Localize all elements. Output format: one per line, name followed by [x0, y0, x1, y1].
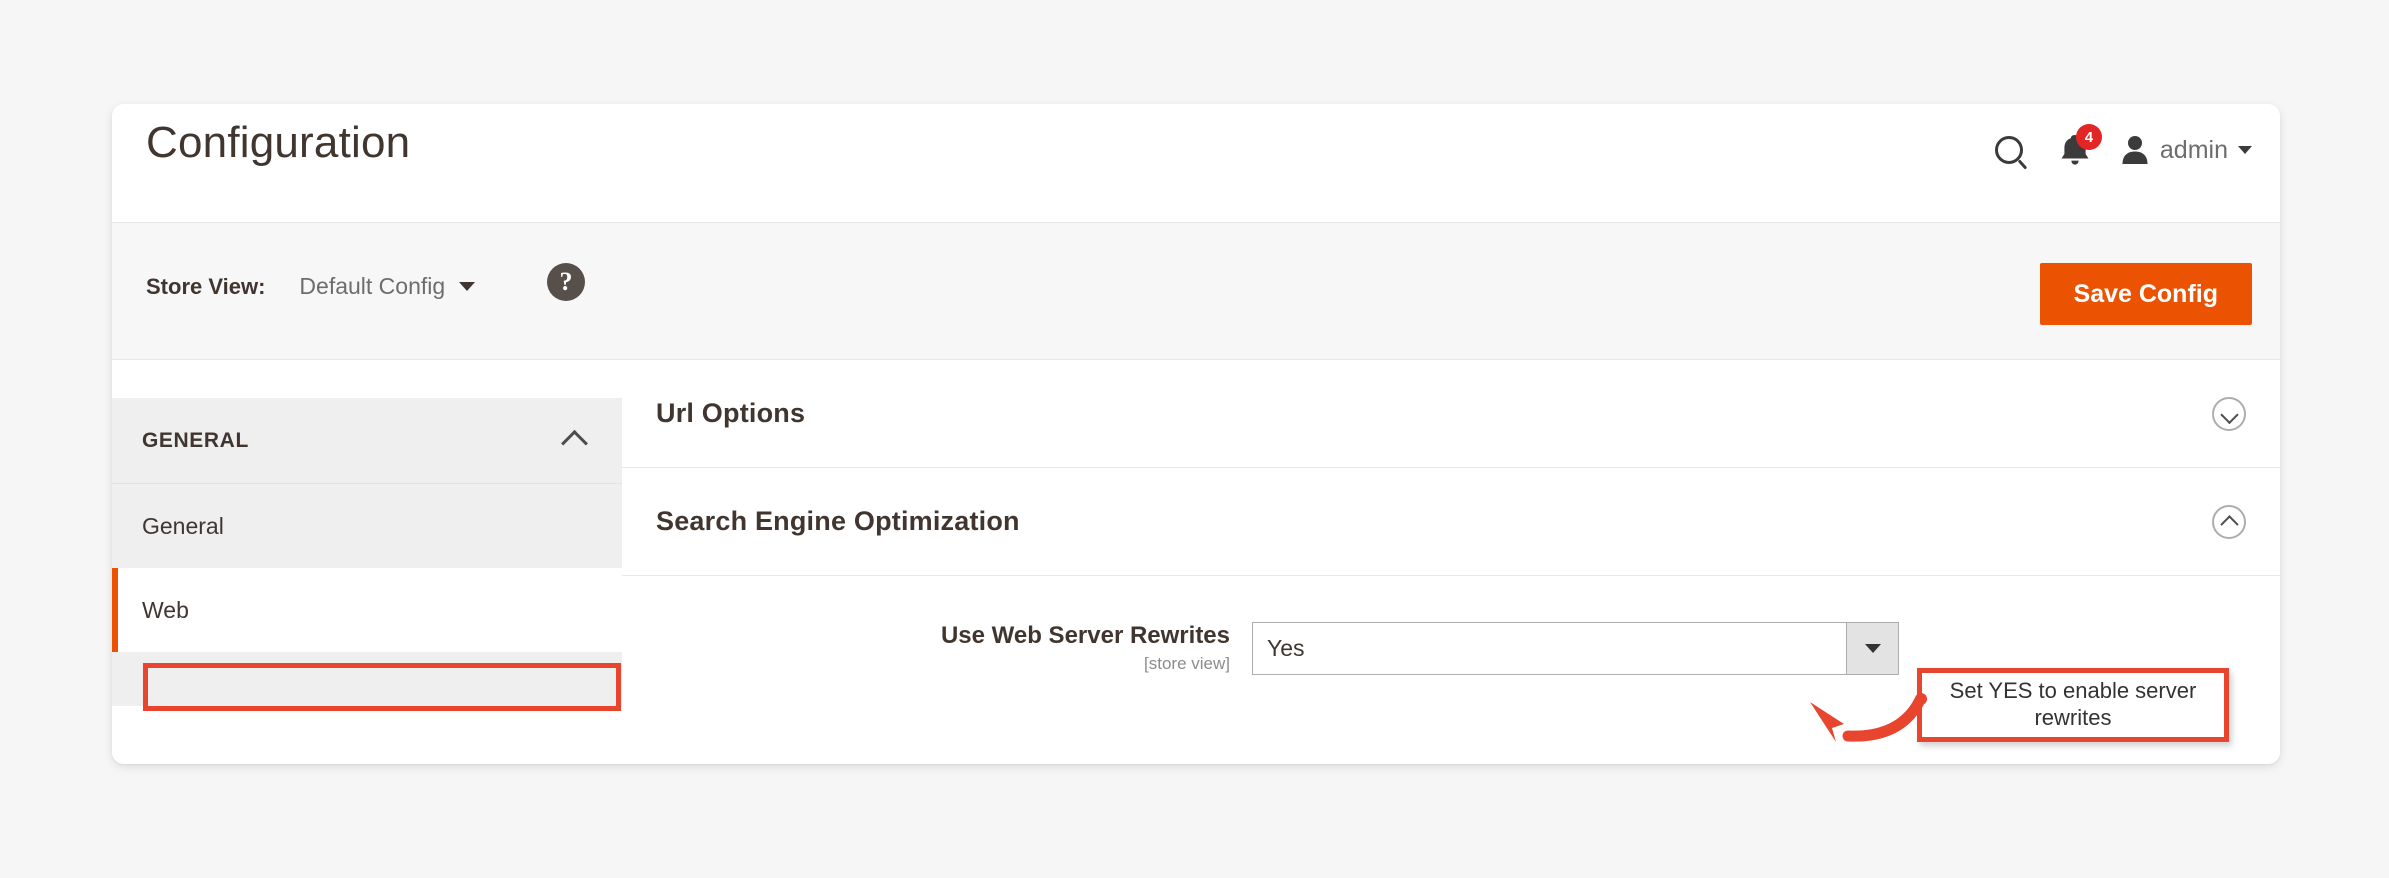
search-button[interactable]: [1972, 128, 2046, 172]
callout-line-2: rewrites: [2034, 705, 2112, 730]
section-toggle-button[interactable]: [2212, 396, 2246, 431]
sidebar-item-general[interactable]: General: [112, 484, 622, 568]
callout-line-1: Set YES to enable server: [1949, 678, 2197, 704]
sidebar-item-next[interactable]: [112, 652, 622, 706]
sidebar-section-title: GENERAL: [142, 428, 249, 452]
select-value: Yes: [1267, 635, 1305, 661]
user-menu[interactable]: admin: [2104, 134, 2252, 166]
chevron-down-icon[interactable]: [459, 282, 476, 291]
field-label-box: Use Web Server Rewrites [store view]: [622, 622, 1252, 674]
section-search-engine-optimization[interactable]: Search Engine Optimization: [622, 468, 2280, 576]
sidebar-section-general[interactable]: GENERAL: [112, 398, 622, 484]
save-config-button[interactable]: Save Config: [2039, 263, 2252, 325]
configuration-card: Configuration 4 admin Store View: Defaul…: [112, 104, 2280, 764]
select-dropdown-button[interactable]: [1846, 623, 1898, 674]
field-scope-hint: [store view]: [1144, 653, 1230, 673]
section-title: Url Options: [656, 398, 806, 428]
user-avatar-icon: [2122, 136, 2148, 164]
annotation-callout-text: Set YES to enable server rewrites: [1922, 678, 2224, 732]
store-view-bar: Store View: Default Config ? Save Config: [112, 223, 2280, 360]
page-title: Configuration: [146, 118, 411, 167]
sidebar-item-web[interactable]: Web: [112, 568, 622, 652]
section-url-options[interactable]: Url Options: [622, 360, 2280, 468]
chevron-up-icon: [2219, 515, 2239, 534]
sidebar-item-label: General: [142, 512, 224, 539]
store-view-label: Store View:: [146, 273, 266, 299]
caret-down-icon: [1864, 644, 1881, 653]
chevron-up-icon: [561, 429, 588, 457]
section-toggle-button[interactable]: [2212, 504, 2246, 539]
notifications-button[interactable]: 4: [2046, 124, 2104, 172]
config-sidebar: GENERAL General Web: [112, 360, 622, 764]
page-header: Configuration 4 admin: [112, 104, 2280, 223]
field-use-web-server-rewrites: Use Web Server Rewrites [store view] Yes: [622, 576, 2280, 675]
notification-count-badge: 4: [2075, 124, 2102, 150]
sidebar-item-label: Web: [142, 596, 189, 623]
chevron-down-icon: [2219, 405, 2239, 425]
store-view-selector[interactable]: Store View: Default Config: [146, 273, 476, 300]
chevron-down-icon: [2238, 146, 2252, 154]
search-icon: [1994, 136, 2023, 164]
section-title: Search Engine Optimization: [656, 506, 1020, 536]
annotation-callout: Set YES to enable server rewrites: [1917, 668, 2229, 742]
use-web-server-rewrites-select[interactable]: Yes: [1252, 622, 1899, 675]
help-icon[interactable]: ?: [547, 263, 585, 301]
admin-username: admin: [2159, 135, 2228, 164]
field-label: Use Web Server Rewrites: [940, 622, 1230, 649]
store-view-value[interactable]: Default Config: [299, 273, 445, 300]
header-actions: 4 admin: [1972, 124, 2252, 172]
